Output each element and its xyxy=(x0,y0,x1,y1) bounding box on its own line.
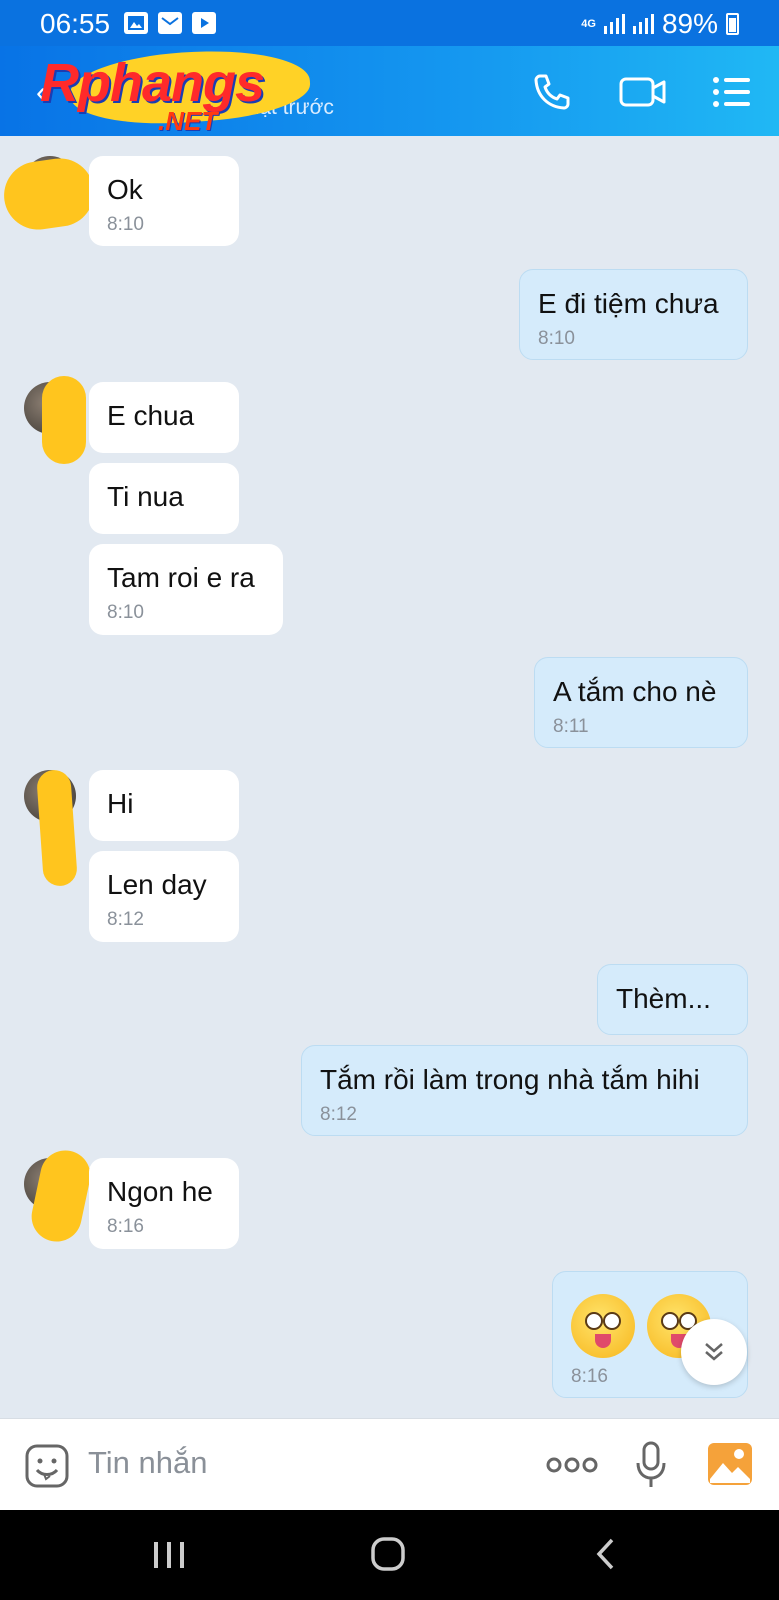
system-nav-bar xyxy=(0,1510,779,1600)
double-chevron-down-icon xyxy=(705,1343,723,1361)
censor-scribble xyxy=(0,154,99,234)
message-bubble[interactable]: Ngon he 8:16 xyxy=(89,1158,239,1249)
watermark-domain: .NET xyxy=(158,106,218,136)
message-time: 8:10 xyxy=(538,328,575,349)
message-text: Ngon he xyxy=(107,1176,213,1207)
chat-header: ‹ Hà nhật trước Rphangs .NET xyxy=(0,43,779,136)
message-text: Ti nua xyxy=(107,481,184,512)
message-bubble[interactable]: Len day 8:12 xyxy=(89,851,239,942)
scroll-to-bottom-button[interactable] xyxy=(681,1319,747,1385)
image-icon[interactable] xyxy=(706,1441,754,1492)
signal-icon-2 xyxy=(632,14,654,34)
battery-percent: 89% xyxy=(661,8,718,39)
video-icon[interactable] xyxy=(618,70,666,114)
message-bubble[interactable]: Tắm rồi làm trong nhà tắm hihi 8:12 xyxy=(301,1045,748,1136)
message-bubble[interactable]: Tam roi e ra 8:10 xyxy=(89,544,283,635)
signal-icon xyxy=(603,14,625,34)
message-time: 8:16 xyxy=(107,1216,144,1237)
message-text: Len day xyxy=(107,869,207,900)
status-right: 4G 89% xyxy=(581,8,739,40)
sticker-icon[interactable] xyxy=(24,1443,70,1494)
network-type: 4G xyxy=(581,17,596,30)
censor-scribble xyxy=(42,376,86,464)
message-text: Hi xyxy=(107,788,134,819)
back-icon[interactable] xyxy=(594,1536,618,1577)
menu-icon[interactable] xyxy=(710,70,754,114)
watermark-logo: Rphangs xyxy=(40,53,265,113)
message-text: Tắm rồi làm trong nhà tắm hihi xyxy=(320,1064,700,1095)
message-bubble[interactable]: E chua xyxy=(89,382,239,453)
message-text: A tắm cho nè xyxy=(553,676,717,707)
message-bubble[interactable]: Hi xyxy=(89,770,239,841)
more-icon[interactable] xyxy=(546,1455,598,1480)
youtube-icon xyxy=(192,12,216,34)
message-bubble[interactable]: E đi tiệm chưa 8:10 xyxy=(519,269,748,360)
battery-icon xyxy=(726,13,739,35)
home-icon[interactable] xyxy=(370,1536,406,1577)
gallery-icon xyxy=(124,12,148,34)
message-time: 8:12 xyxy=(320,1104,357,1125)
tongue-face-emoji xyxy=(571,1294,635,1358)
message-time: 8:11 xyxy=(553,716,589,737)
message-time: 8:10 xyxy=(107,602,144,623)
status-bar: 06:55 4G 89% xyxy=(0,0,779,46)
message-text: Tam roi e ra xyxy=(107,562,255,593)
message-bubble[interactable]: Ok 8:10 xyxy=(89,156,239,246)
notification-icons xyxy=(124,12,216,34)
message-text: Thèm... xyxy=(616,983,711,1014)
message-input[interactable]: Tin nhắn xyxy=(88,1445,208,1481)
message-bubble[interactable]: A tắm cho nè 8:11 xyxy=(534,657,748,748)
status-time: 06:55 xyxy=(40,8,111,39)
recent-apps-icon[interactable] xyxy=(152,1540,186,1575)
mail-icon xyxy=(158,12,182,34)
message-bubble[interactable]: Thèm... xyxy=(597,964,748,1035)
message-text: Ok xyxy=(107,174,143,205)
phone-icon[interactable] xyxy=(530,70,574,114)
message-time: 8:10 xyxy=(107,214,144,235)
message-input-bar: Tin nhắn xyxy=(0,1418,779,1510)
message-text: E chua xyxy=(107,400,195,431)
message-time: 8:12 xyxy=(107,909,144,930)
message-text: E đi tiệm chưa xyxy=(538,288,719,319)
message-bubble[interactable]: Ti nua xyxy=(89,463,239,534)
microphone-icon[interactable] xyxy=(634,1441,668,1494)
